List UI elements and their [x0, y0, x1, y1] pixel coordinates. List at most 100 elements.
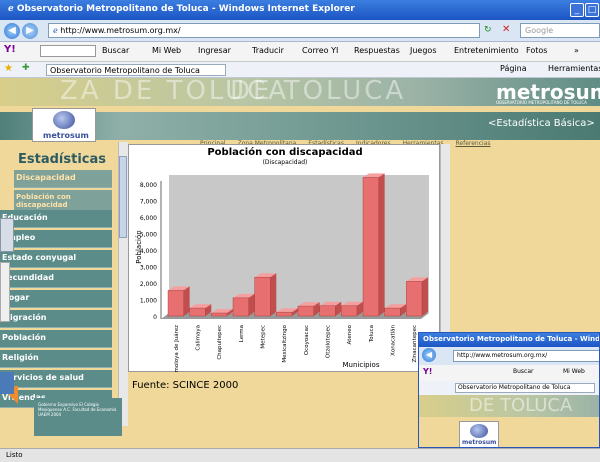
x-tick-label: Ateneo: [347, 324, 353, 344]
bar-side: [378, 173, 385, 316]
background-window-fragment-3: [0, 372, 14, 394]
search-input[interactable]: Google: [520, 23, 600, 38]
sidebar-item[interactable]: Hogar: [0, 290, 112, 308]
second-tab-label: Observatorio Metropolitano de Toluca: [458, 384, 571, 391]
footer-logo: Gobierno Expansivo El Colegio Mexiquense…: [34, 398, 122, 436]
second-site-banner: DE TOLUCA: [419, 395, 599, 417]
sidebar-item[interactable]: Población con discapacidad: [14, 190, 112, 212]
sidebar-item[interactable]: Educación: [0, 210, 112, 228]
second-url-field[interactable]: http://www.metrosum.org.mx/: [453, 350, 599, 362]
search-placeholder: Google: [525, 26, 554, 35]
second-browser-window[interactable]: Observatorio Metropolitano de Toluca - W…: [418, 332, 600, 448]
globe-icon: [53, 111, 75, 129]
bar-side: [421, 277, 428, 316]
background-window-fragment: [0, 218, 14, 252]
yahoo-logo-icon[interactable]: Y!: [4, 44, 16, 55]
x-tick-label: Metepec: [261, 325, 267, 349]
pagina-menu[interactable]: Página: [500, 64, 527, 73]
bar: [362, 177, 379, 317]
toolbar-more[interactable]: »: [574, 46, 579, 55]
brand-subtitle: OBSERVATORIO METROPOLITANO DE TOLUCA: [496, 100, 587, 105]
sidebar-item[interactable]: Discapacidad: [14, 170, 112, 188]
toolbar-item-ingresar[interactable]: Ingresar: [198, 46, 231, 55]
sidebar-scroll-thumb[interactable]: [119, 156, 127, 238]
url-field[interactable]: ℯ http://www.metrosum.org.mx/: [48, 23, 480, 38]
bar-side: [183, 286, 190, 316]
estadistica-basica-link[interactable]: <Estadística Básica>: [488, 118, 595, 129]
refresh-icon[interactable]: ↻: [484, 25, 492, 35]
sidebar-item[interactable]: Fecundidad: [0, 270, 112, 288]
bar: [297, 305, 314, 317]
second-back-icon[interactable]: ◀: [422, 348, 436, 362]
second-url-text: http://www.metrosum.org.mx/: [457, 352, 548, 359]
bar: [189, 307, 206, 317]
toolbar-item-correo[interactable]: Correo YI: [302, 46, 338, 55]
back-icon[interactable]: ◀: [4, 23, 20, 39]
address-bar: ◀ ▶ ℯ http://www.metrosum.org.mx/ ↻ ✕ Go…: [0, 20, 600, 42]
bar: [167, 290, 184, 317]
toolbar-item-respuestas[interactable]: Respuestas: [354, 46, 400, 55]
second-yahoo-icon[interactable]: Y!: [423, 367, 432, 376]
add-favorite-icon[interactable]: ✚: [22, 63, 30, 73]
second-mi-web[interactable]: Mi Web: [563, 368, 585, 375]
source-note: Fuente: SCINCE 2000: [132, 380, 239, 391]
footer-logo-text: Gobierno Expansivo El Colegio Mexiquense…: [38, 402, 117, 417]
second-yahoo-toolbar: Y! Buscar Mi Web: [419, 365, 599, 381]
second-address-bar: ◀ http://www.metrosum.org.mx/: [419, 347, 599, 365]
x-tick-label: Lerma: [239, 325, 245, 342]
sidebar-title: Estadísticas: [18, 152, 106, 167]
bar: [232, 297, 249, 317]
tab-observatorio[interactable]: Observatorio Metropolitano de Toluca: [46, 64, 226, 76]
forward-icon[interactable]: ▶: [22, 23, 38, 39]
status-text: Listo: [6, 451, 23, 459]
toolbar-item-traducir[interactable]: Traducir: [252, 46, 284, 55]
tab-label: Observatorio Metropolitano de Toluca: [50, 66, 200, 75]
yahoo-toolbar: Y! Buscar Mi Web Ingresar Traducir Corre…: [0, 42, 600, 62]
sidebar-item[interactable]: Religión: [0, 350, 112, 368]
search-button[interactable]: Buscar: [102, 46, 129, 55]
second-metrosum-logo[interactable]: metrosum: [459, 421, 499, 447]
site-banner: ZA DE TOLUCA DE TOLUCA metrosum OBSERVAT…: [0, 78, 600, 106]
second-window-title-text: Observatorio Metropolitano de Toluca - W…: [423, 335, 600, 343]
sidebar-item[interactable]: Empleo: [0, 230, 112, 248]
toolbar-item-fotos[interactable]: Fotos: [526, 46, 547, 55]
second-tab[interactable]: Observatorio Metropolitano de Toluca: [455, 383, 595, 393]
x-tick-label: Mexicaltzingo: [282, 324, 288, 362]
toolbar-item-juegos[interactable]: Juegos: [410, 46, 437, 55]
y-tick-label: 1,000: [140, 298, 157, 305]
x-tick-label: Otzolotepec: [326, 325, 332, 358]
url-text: http://www.metrosum.org.mx/: [60, 26, 181, 35]
second-window-title: Observatorio Metropolitano de Toluca - W…: [419, 333, 600, 347]
bar: [276, 311, 293, 317]
chart-panel: Población con discapacidad (Discapacidad…: [128, 144, 440, 373]
y-axis-label: Población: [135, 230, 143, 263]
plot-area: [169, 175, 429, 313]
yahoo-search-input[interactable]: [40, 45, 96, 57]
favorites-bar: ★ ✚ Observatorio Metropolitano de Toluca…: [0, 62, 600, 78]
y-tick-label: 6,000: [140, 215, 157, 222]
sidebar-item[interactable]: Migración: [0, 310, 112, 328]
sidebar-item[interactable]: Estado conyugal: [0, 250, 112, 268]
x-tick-label: Xonacatlán: [390, 324, 397, 355]
herramientas-menu[interactable]: Herramientas: [548, 64, 600, 73]
stop-icon[interactable]: ✕: [502, 24, 510, 35]
ie-icon: ℯ: [8, 4, 17, 14]
y-tick-label: 2,000: [140, 281, 157, 288]
maximize-button[interactable]: □: [585, 3, 599, 17]
minimize-button[interactable]: _: [570, 3, 584, 17]
x-tick-label: Chapultepec: [217, 325, 223, 360]
toolbar-item-entretenimiento[interactable]: Entretenimiento: [454, 46, 519, 55]
y-tick-label: 0: [153, 314, 157, 321]
nav-referencias[interactable]: Referencias: [456, 140, 491, 147]
sidebar-item[interactable]: Población: [0, 330, 112, 348]
y-tick-label: 3,000: [140, 265, 157, 272]
metrosum-logo[interactable]: metrosum: [32, 108, 96, 142]
second-banner-text: DE TOLUCA: [469, 395, 573, 416]
second-search-button[interactable]: Buscar: [513, 368, 534, 375]
x-tick-label: Toluca: [369, 325, 375, 343]
toolbar-item-mi-web[interactable]: Mi Web: [152, 46, 181, 55]
window-title: Observatorio Metropolitano de Toluca - W…: [16, 4, 355, 14]
banner-text-2: DE TOLUCA: [230, 78, 407, 106]
bar: [254, 276, 271, 317]
favorites-star-icon[interactable]: ★: [4, 63, 13, 74]
